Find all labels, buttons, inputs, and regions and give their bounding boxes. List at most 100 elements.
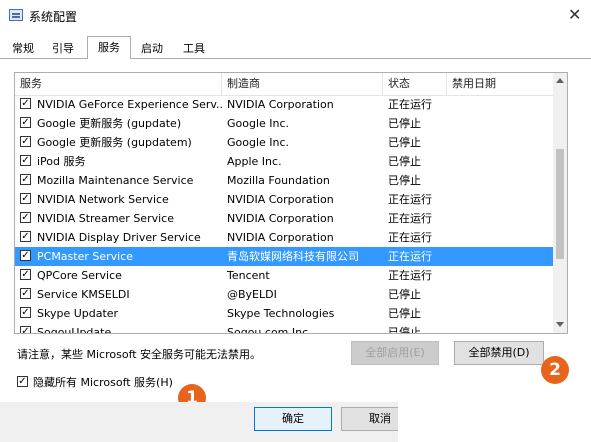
service-status: 正在运行	[388, 98, 432, 111]
service-name: Skype Updater	[37, 307, 119, 320]
service-status: 已停止	[388, 307, 421, 320]
disabled-date	[452, 152, 552, 171]
manufacturer: Tencent	[227, 269, 270, 282]
title-bar: 系统配置 ✕	[0, 0, 591, 32]
disabled-date	[452, 171, 552, 190]
disabled-date	[452, 133, 552, 152]
table-row[interactable]: ✓ Google 更新服务 (gupdate) Google Inc. 已停止	[15, 114, 553, 133]
table-row[interactable]: ✓ Service KMSELDI @ByELDI 已停止	[15, 285, 553, 304]
table-row[interactable]: ✓ PCMaster Service 青岛软媒网络科技有限公司 正在运行	[15, 247, 553, 266]
disable-all-button[interactable]: 全部禁用(D)	[454, 341, 544, 365]
table-row[interactable]: ✓ NVIDIA GeForce Experience Serv... NVIDIA…	[15, 95, 553, 114]
service-status: 已停止	[388, 155, 421, 168]
manufacturer: Google Inc.	[227, 136, 290, 149]
window-title: 系统配置	[29, 10, 78, 24]
tab-tools[interactable]: 工具	[175, 40, 213, 58]
table-row[interactable]: ✓ NVIDIA Streamer Service NVIDIA Corporati…	[15, 209, 553, 228]
disabled-date	[452, 209, 552, 228]
service-status: 正在运行	[388, 231, 432, 244]
service-name: Service KMSELDI	[37, 288, 130, 301]
service-status: 正在运行	[388, 250, 432, 263]
service-name: NVIDIA Streamer Service	[37, 212, 174, 225]
tab-bar: 常规 引导 服务 启动 工具	[0, 36, 591, 59]
col-manufacturer[interactable]: 制造商	[222, 73, 383, 95]
vertical-scrollbar[interactable]	[553, 73, 567, 333]
table-row[interactable]: ✓ QPCore Service Tencent 正在运行	[15, 266, 553, 285]
service-status: 正在运行	[388, 269, 432, 282]
service-status: 已停止	[388, 174, 421, 187]
manufacturer: NVIDIA Corporation	[227, 98, 334, 111]
col-disabled-date[interactable]: 禁用日期	[447, 73, 553, 95]
table-row[interactable]: ✓ SogouUpdate Sogou.com Inc. 已停止	[15, 323, 553, 334]
tab-general[interactable]: 常规	[4, 40, 42, 58]
tab-boot[interactable]: 引导	[44, 40, 82, 58]
row-checkbox[interactable]: ✓	[20, 117, 31, 128]
service-name: NVIDIA Network Service	[37, 193, 169, 206]
service-name: Google 更新服务 (gupdatem)	[37, 136, 192, 149]
row-checkbox[interactable]: ✓	[20, 98, 31, 109]
service-name: Google 更新服务 (gupdate)	[37, 117, 182, 130]
hide-microsoft-label[interactable]: 隐藏所有 Microsoft 服务(H)	[33, 374, 173, 390]
service-name: NVIDIA GeForce Experience Serv...	[37, 98, 222, 111]
manufacturer: Google Inc.	[227, 117, 290, 130]
tab-startup[interactable]: 启动	[133, 40, 171, 58]
manufacturer: NVIDIA Corporation	[227, 231, 334, 244]
manufacturer: Apple Inc.	[227, 155, 282, 168]
close-icon[interactable]: ✕	[568, 5, 581, 24]
security-note: 请注意，某些 Microsoft 安全服务可能无法禁用。	[17, 348, 262, 361]
col-status[interactable]: 状态	[383, 73, 447, 95]
hide-microsoft-checkbox[interactable]: ✓	[17, 376, 28, 387]
disabled-date	[452, 304, 552, 323]
row-checkbox[interactable]: ✓	[20, 288, 31, 299]
service-name: PCMaster Service	[37, 250, 134, 263]
disabled-date	[452, 247, 552, 266]
services-list[interactable]: 服务 制造商 状态 禁用日期 ✓ NVIDIA GeForce Experienc…	[14, 72, 568, 334]
service-name: QPCore Service	[37, 269, 122, 282]
service-name: NVIDIA Display Driver Service	[37, 231, 201, 244]
msconfig-icon	[9, 9, 23, 21]
table-row[interactable]: ✓ Skype Updater Skype Technologies 已停止	[15, 304, 553, 323]
table-row[interactable]: ✓ iPod 服务 Apple Inc. 已停止	[15, 152, 553, 171]
service-status: 已停止	[388, 136, 421, 149]
row-checkbox[interactable]: ✓	[20, 174, 31, 185]
cropped-area	[398, 395, 591, 442]
scroll-thumb[interactable]	[556, 149, 564, 259]
annotation-badge-2: 2	[541, 356, 569, 384]
ok-button[interactable]: 确定	[254, 407, 332, 431]
service-status: 已停止	[388, 288, 421, 301]
list-header: 服务 制造商 状态 禁用日期	[15, 73, 553, 96]
table-row[interactable]: ✓ Google 更新服务 (gupdatem) Google Inc. 已停止	[15, 133, 553, 152]
disabled-date	[452, 114, 552, 133]
row-checkbox[interactable]: ✓	[20, 212, 31, 223]
table-row[interactable]: ✓ NVIDIA Network Service NVIDIA Corporatio…	[15, 190, 553, 209]
service-status: 已停止	[388, 326, 421, 334]
row-checkbox[interactable]: ✓	[20, 136, 31, 147]
service-name: iPod 服务	[37, 155, 86, 168]
service-status: 已停止	[388, 117, 421, 130]
row-checkbox[interactable]: ✓	[20, 326, 31, 333]
row-checkbox[interactable]: ✓	[20, 155, 31, 166]
scroll-down-icon[interactable]	[556, 322, 564, 327]
manufacturer: @ByELDI	[227, 288, 277, 301]
table-row[interactable]: ✓ Mozilla Maintenance Service Mozilla Foun…	[15, 171, 553, 190]
table-row[interactable]: ✓ NVIDIA Display Driver Service NVIDIA Cor…	[15, 228, 553, 247]
row-checkbox[interactable]: ✓	[20, 231, 31, 242]
row-checkbox[interactable]: ✓	[20, 269, 31, 280]
manufacturer: NVIDIA Corporation	[227, 193, 334, 206]
manufacturer: Mozilla Foundation	[227, 174, 330, 187]
manufacturer: 青岛软媒网络科技有限公司	[227, 250, 359, 263]
disabled-date	[452, 228, 552, 247]
row-checkbox[interactable]: ✓	[20, 307, 31, 318]
disabled-date	[452, 266, 552, 285]
service-status: 正在运行	[388, 212, 432, 225]
row-checkbox[interactable]: ✓	[20, 250, 31, 261]
scroll-up-icon[interactable]	[556, 78, 564, 83]
disabled-date	[452, 190, 552, 209]
manufacturer: NVIDIA Corporation	[227, 212, 334, 225]
service-name: SogouUpdate	[37, 326, 112, 334]
disabled-date	[452, 323, 552, 333]
col-service[interactable]: 服务	[15, 73, 222, 95]
row-checkbox[interactable]: ✓	[20, 193, 31, 204]
enable-all-button[interactable]: 全部启用(E)	[351, 341, 439, 365]
tab-services[interactable]: 服务	[87, 36, 131, 59]
